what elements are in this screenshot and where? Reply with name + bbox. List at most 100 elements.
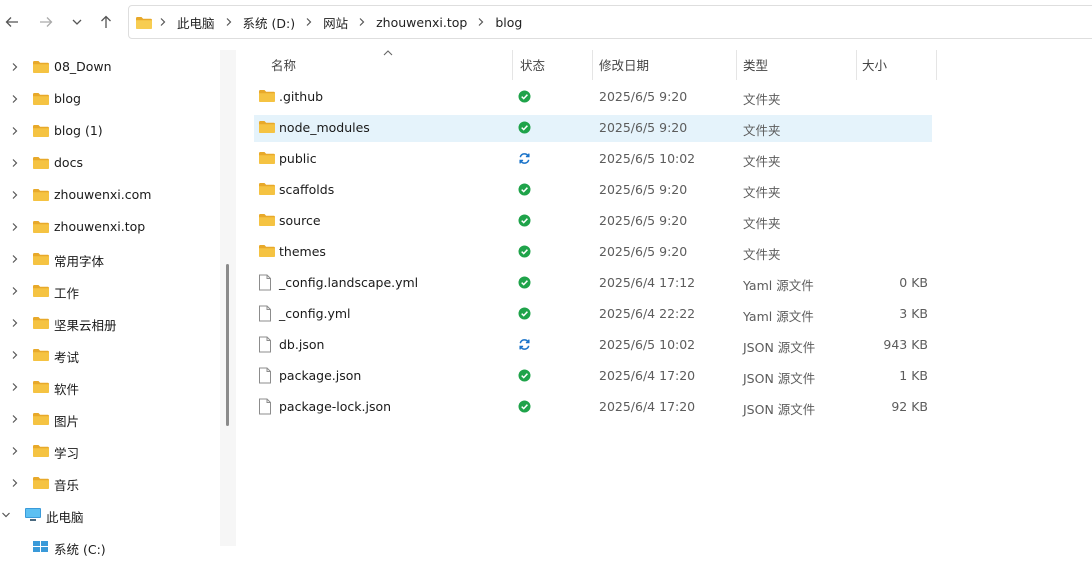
sidebar-item[interactable]: 工作 [0, 276, 218, 306]
modified-date: 2025/6/5 10:02 [599, 337, 696, 352]
chevron-right-icon[interactable] [9, 253, 21, 265]
folder-icon [32, 475, 50, 493]
file-name: node_modules [279, 120, 370, 135]
sidebar-item-label: 08_Down [54, 59, 112, 74]
file-row[interactable]: _config.landscape.yml 2025/6/4 17:12 Yaml … [254, 270, 932, 297]
chevron-right-icon[interactable] [9, 189, 21, 201]
file-icon [258, 305, 272, 325]
file-name: scaffolds [279, 182, 335, 197]
sort-ascending-icon [383, 45, 393, 60]
sidebar-item-label: 工作 [54, 286, 80, 301]
column-status-label: 状态 [520, 57, 546, 73]
file-row[interactable]: _config.yml 2025/6/4 22:22 Yaml 源文件 3 KB [254, 301, 932, 328]
chevron-right-icon[interactable] [9, 413, 21, 425]
toolbar: 此电脑 系统 (D:) 网站 zhouwenxi.top blog [0, 0, 1092, 44]
sidebar-scrollbar[interactable] [226, 264, 229, 426]
folder-icon [32, 251, 50, 269]
chevron-right-icon[interactable] [356, 17, 368, 27]
chevron-right-icon[interactable] [223, 17, 235, 27]
chevron-right-icon[interactable] [9, 157, 21, 169]
chevron-right-icon[interactable] [9, 477, 21, 489]
folder-row[interactable]: node_modules 2025/6/5 9:20 文件夹 [254, 115, 932, 142]
chevron-right-icon[interactable] [303, 17, 315, 27]
folder-row[interactable]: scaffolds 2025/6/5 9:20 文件夹 [254, 177, 932, 204]
sidebar-item-this-pc[interactable]: 此电脑 [0, 500, 218, 530]
sidebar-item[interactable]: 学习 [0, 436, 218, 466]
sync-ok-icon [518, 400, 531, 416]
column-separator[interactable] [512, 50, 513, 80]
chevron-right-icon[interactable] [9, 125, 21, 137]
chevron-right-icon[interactable] [9, 61, 21, 73]
sidebar-item-label: blog (1) [54, 123, 103, 138]
column-separator[interactable] [936, 50, 937, 80]
sidebar-item[interactable]: zhouwenxi.com [0, 180, 218, 210]
folder-icon [32, 411, 50, 429]
column-name-label: 名称 [271, 57, 297, 73]
address-bar[interactable]: 此电脑 系统 (D:) 网站 zhouwenxi.top blog [128, 5, 1092, 39]
sidebar-item-label: 常用字体 [54, 254, 105, 269]
breadcrumb-item[interactable]: 此电脑 [169, 13, 223, 32]
modified-date: 2025/6/5 9:20 [599, 182, 688, 197]
folder-icon [258, 88, 276, 106]
sidebar-item[interactable]: blog [0, 84, 218, 114]
chevron-right-icon[interactable] [9, 349, 21, 361]
breadcrumb-item[interactable]: 网站 [315, 13, 356, 32]
breadcrumb-item[interactable]: zhouwenxi.top [368, 15, 475, 30]
folder-icon [32, 123, 50, 141]
forward-button[interactable] [35, 11, 57, 33]
file-row[interactable]: db.json 2025/6/5 10:02 JSON 源文件 943 KB [254, 332, 932, 359]
chevron-right-icon[interactable] [9, 381, 21, 393]
sidebar-item[interactable]: blog (1) [0, 116, 218, 146]
file-row[interactable]: package-lock.json 2025/6/4 17:20 JSON 源文件 9… [254, 394, 932, 421]
chevron-right-icon[interactable] [9, 317, 21, 329]
sidebar-item[interactable]: 坚果云相册 [0, 308, 218, 338]
arrow-up-icon [101, 15, 111, 28]
chevron-down-icon[interactable] [0, 509, 12, 521]
sidebar-item-drive[interactable]: 系统 (C:) [0, 532, 218, 562]
sidebar-item[interactable]: 08_Down [0, 52, 218, 82]
column-separator[interactable] [856, 50, 857, 80]
folder-row[interactable]: .github 2025/6/5 9:20 文件夹 [254, 84, 932, 111]
chevron-right-icon[interactable] [9, 221, 21, 233]
file-icon [258, 336, 272, 356]
file-icon [258, 274, 272, 294]
folder-row[interactable]: public 2025/6/5 10:02 文件夹 [254, 146, 932, 173]
breadcrumb-item[interactable]: blog [487, 15, 530, 30]
up-button[interactable] [95, 11, 117, 33]
chevron-right-icon[interactable] [9, 445, 21, 457]
column-header-date[interactable]: 修改日期 [599, 50, 649, 78]
column-separator[interactable] [592, 50, 593, 80]
sidebar-item[interactable]: 考试 [0, 340, 218, 370]
sidebar-item[interactable]: 软件 [0, 372, 218, 402]
sidebar-item[interactable]: zhouwenxi.top [0, 212, 218, 242]
column-header-type[interactable]: 类型 [743, 50, 768, 78]
file-row[interactable]: package.json 2025/6/4 17:20 JSON 源文件 1 KB [254, 363, 932, 390]
sidebar-item[interactable]: 图片 [0, 404, 218, 434]
folder-icon [32, 379, 50, 397]
folder-row[interactable]: themes 2025/6/5 9:20 文件夹 [254, 239, 932, 266]
breadcrumb-item[interactable]: 系统 (D:) [235, 13, 304, 32]
sync-ok-icon [518, 121, 531, 137]
back-button[interactable] [1, 11, 23, 33]
folder-icon [32, 347, 50, 365]
chevron-right-icon[interactable] [9, 93, 21, 105]
folder-icon [32, 59, 50, 77]
sync-ok-icon [518, 245, 531, 261]
chevron-right-icon[interactable] [475, 17, 487, 27]
recent-locations-button[interactable] [66, 11, 88, 33]
column-separator[interactable] [736, 50, 737, 80]
folder-row[interactable]: source 2025/6/5 9:20 文件夹 [254, 208, 932, 235]
chevron-right-icon[interactable] [9, 285, 21, 297]
arrow-right-icon [40, 17, 53, 27]
column-header-name[interactable]: 名称 [271, 50, 296, 78]
sidebar-item-label: 此电脑 [46, 510, 84, 525]
sidebar-item[interactable]: docs [0, 148, 218, 178]
sidebar-item[interactable]: 常用字体 [0, 244, 218, 274]
column-header-size[interactable]: 大小 [862, 50, 887, 78]
sidebar-item-label: 系统 (C:) [54, 542, 106, 557]
column-header-status[interactable]: 状态 [520, 50, 545, 78]
sidebar-item[interactable]: 音乐 [0, 468, 218, 498]
folder-icon [32, 219, 50, 237]
chevron-right-icon[interactable] [157, 17, 169, 27]
file-size: 943 KB [883, 337, 928, 352]
